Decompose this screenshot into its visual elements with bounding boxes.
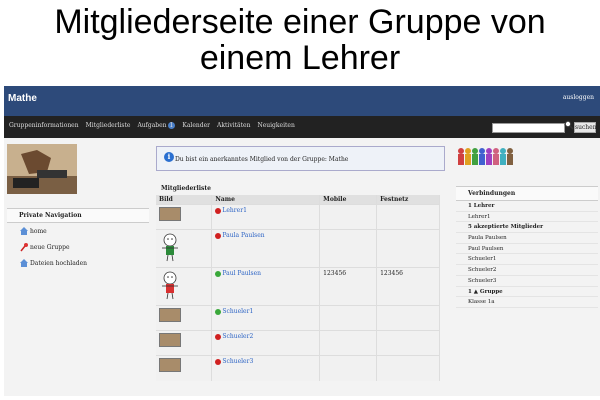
nav-item-gruppeninformationen[interactable]: Gruppeninformationen [9,122,79,129]
member-table: Bild Name Mobile Festnetz Lehrer1 Paula … [156,195,440,381]
column-header-festnetz: Festnetz [376,195,440,205]
aufgaben-badge: 1 [167,122,176,129]
column-header-name: Name [211,195,321,205]
table-row: Schueler1 [156,305,440,331]
nav-neue-gruppe[interactable]: neue Gruppe [7,239,149,255]
offline-status-icon [215,358,222,365]
member-name-link[interactable]: Paula Paulsen [222,232,264,239]
logout-link[interactable]: ausloggen [563,94,594,101]
connections-group-count: 1 ▲ Gruppe [456,287,598,298]
header-bar: Mathe ausloggen [4,86,600,116]
member-festnetz: 123456 [376,267,440,306]
connection-link[interactable]: Schueler1 [456,254,598,266]
member-mobile [319,330,378,356]
private-navigation: Private Navigation home neue Gruppe Date… [7,208,149,268]
table-row: Lehrer1 [156,204,440,230]
search-icon[interactable] [564,120,574,130]
column-header-mobile: Mobile [319,195,378,205]
member-avatar[interactable] [159,358,181,372]
nav-item-aktivitaeten[interactable]: Aktivitäten [217,122,250,129]
group-image [7,144,77,194]
nav-home[interactable]: home [7,223,149,239]
member-name-link[interactable]: Schueler1 [222,308,253,315]
nav-item-aufgaben[interactable]: Aufgaben 1 [137,122,176,129]
search-button[interactable]: suchen [574,122,597,133]
connection-link[interactable]: Schueler2 [456,265,598,276]
member-mobile: 123456 [319,267,378,306]
member-festnetz [376,305,440,331]
nav-bar: Gruppeninformationen Mitgliederliste Auf… [4,116,600,138]
online-status-icon [215,270,222,277]
member-name-link[interactable]: Schueler3 [222,358,253,365]
slide-caption: Mitgliederseite einer Gruppe von einem L… [0,4,600,76]
member-avatar[interactable] [159,270,181,300]
membership-info-text: Du bist ein anerkanntes Mitglied von der… [175,156,349,163]
connection-link[interactable]: Paula Paulsen [456,233,598,244]
member-list-title: Mitgliederliste [161,185,211,192]
table-row: Paula Paulsen [156,229,440,268]
member-name-link[interactable]: Schueler2 [222,333,253,340]
home-icon [20,227,28,235]
member-festnetz [376,355,440,381]
search-input[interactable] [492,123,565,133]
member-festnetz [376,229,440,268]
connection-link[interactable]: Paul Paulsen [456,244,598,255]
connection-link[interactable]: Klasse 1a [456,297,598,308]
nav-home-label: home [30,227,47,235]
nav-item-aufgaben-label: Aufgaben [137,122,167,129]
member-mobile [319,204,378,230]
nav-dateien-hochladen[interactable]: Dateien hochladen [7,255,149,271]
table-row: Schueler3 [156,355,440,381]
nav-neue-gruppe-label: neue Gruppe [30,243,70,251]
group-title: Mathe [8,93,37,104]
table-row: Schueler2 [156,330,440,356]
connections-member-count: 5 akzeptierte Mitglieder [456,222,598,234]
nav-item-kalender[interactable]: Kalender [182,122,210,129]
column-header-bild: Bild [156,195,213,205]
upload-icon [20,259,28,267]
offline-status-icon [215,333,222,340]
member-avatar[interactable] [159,232,181,262]
connections-title: Verbindungen [456,186,598,201]
member-list: Mitgliederliste Bild Name Mobile Festnet… [156,182,445,381]
member-mobile [319,229,378,268]
people-group-icon [458,148,513,165]
offline-status-icon [215,207,222,214]
member-name-link[interactable]: Lehrer1 [222,207,247,214]
caption-line-2: einem Lehrer [199,39,401,77]
connection-link[interactable]: Lehrer1 [456,212,598,223]
connection-link[interactable]: Schueler3 [456,276,598,287]
pin-icon [20,243,28,252]
member-festnetz [376,330,440,356]
member-festnetz [376,204,440,230]
connections-panel: Verbindungen 1 Lehrer Lehrer1 5 akzeptie… [456,186,598,308]
nav-dateien-hochladen-label: Dateien hochladen [30,259,88,267]
nav-item-neuigkeiten[interactable]: Neuigkeiten [257,122,294,129]
membership-info: i Du bist ein anerkanntes Mitglied von d… [156,146,445,171]
connections-teacher-count: 1 Lehrer [456,201,598,212]
member-avatar[interactable] [159,207,181,221]
caption-line-1: Mitgliederseite einer Gruppe von [54,3,546,41]
nav-item-mitgliederliste[interactable]: Mitgliederliste [86,122,131,129]
private-navigation-title: Private Navigation [7,208,149,223]
table-row: Paul Paulsen 123456 123456 [156,267,440,306]
member-mobile [319,305,378,331]
member-avatar[interactable] [159,333,181,347]
app-window: Mathe ausloggen Gruppeninformationen Mit… [4,86,600,396]
info-icon: i [164,152,174,162]
member-name-link[interactable]: Paul Paulsen [222,270,261,277]
offline-status-icon [215,232,222,239]
member-avatar[interactable] [159,308,181,322]
online-status-icon [215,308,222,315]
member-mobile [319,355,378,381]
